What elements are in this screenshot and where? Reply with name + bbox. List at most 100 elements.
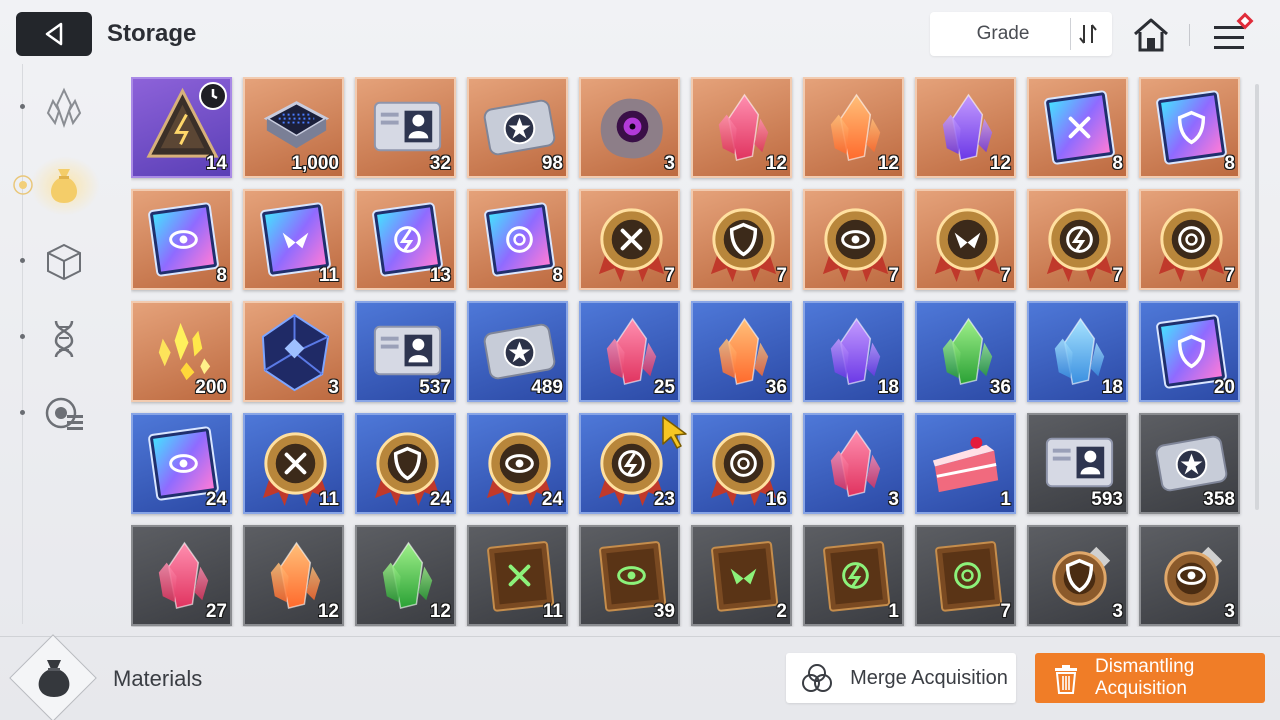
item-slot[interactable]: 7 [915, 525, 1016, 626]
item-slot[interactable]: 12 [355, 525, 456, 626]
item-count: 7 [1000, 601, 1011, 622]
item-count: 8 [1224, 153, 1235, 174]
item-slot[interactable]: 12 [691, 77, 792, 178]
home-button[interactable] [1130, 14, 1172, 56]
item-count: 593 [1091, 489, 1123, 510]
item-slot[interactable]: 2 [691, 525, 792, 626]
item-slot[interactable]: 11 [243, 189, 344, 290]
item-count: 7 [1224, 265, 1235, 286]
shield-coin-icon [1052, 546, 1111, 606]
item-count: 23 [653, 489, 675, 510]
item-slot[interactable]: 25 [579, 301, 680, 402]
item-slot[interactable]: 8 [131, 189, 232, 290]
wing-medal-icon [934, 208, 1001, 282]
menu-button[interactable] [1206, 10, 1262, 56]
item-slot[interactable]: 8 [1027, 77, 1128, 178]
item-slot[interactable]: 358 [1139, 413, 1240, 514]
item-slot[interactable]: 14 [131, 77, 232, 178]
item-slot[interactable]: 98 [467, 77, 568, 178]
item-slot[interactable]: 24 [467, 413, 568, 514]
item-slot[interactable]: 7 [1139, 189, 1240, 290]
eye-rock-icon [600, 98, 663, 159]
sort-order-button[interactable] [1070, 18, 1104, 50]
sidebar-dot [20, 104, 25, 109]
item-slot[interactable]: 1 [915, 413, 1016, 514]
item-count: 24 [205, 489, 227, 510]
chip-icon [45, 397, 83, 430]
item-slot[interactable]: 3 [1027, 525, 1128, 626]
bag-icon [38, 660, 70, 697]
sword-manual-icon [1044, 90, 1115, 165]
item-slot[interactable]: 27 [131, 525, 232, 626]
item-slot[interactable]: 7 [803, 189, 904, 290]
item-slot[interactable]: 593 [1027, 413, 1128, 514]
item-slot[interactable]: 24 [131, 413, 232, 514]
cake-slice-icon [932, 436, 999, 493]
item-slot[interactable]: 18 [1027, 301, 1128, 402]
item-slot[interactable]: 24 [355, 413, 456, 514]
item-slot[interactable]: 8 [467, 189, 568, 290]
item-slot[interactable]: 8 [1139, 77, 1240, 178]
sidebar-dot [20, 334, 25, 339]
item-slot[interactable]: 39 [579, 525, 680, 626]
sort-icon [1078, 24, 1097, 44]
item-slot[interactable]: 7 [915, 189, 1016, 290]
item-count: 8 [552, 265, 563, 286]
page-title: Storage [107, 20, 197, 47]
sidebar-item-dna[interactable] [40, 314, 88, 362]
item-count: 1 [888, 601, 899, 622]
dismantling-acquisition-button[interactable]: Dismantling Acquisition [1035, 653, 1265, 703]
item-slot[interactable]: 12 [915, 77, 1016, 178]
item-slot[interactable]: 3 [1139, 525, 1240, 626]
item-slot[interactable]: 489 [467, 301, 568, 402]
timer-icon [199, 82, 227, 110]
sidebar-item-chip[interactable] [40, 390, 88, 438]
item-count: 16 [765, 489, 787, 510]
item-slot[interactable]: 3 [243, 301, 344, 402]
item-slot[interactable]: 32 [355, 77, 456, 178]
item-slot[interactable]: 537 [355, 301, 456, 402]
item-slot[interactable]: 11 [243, 413, 344, 514]
back-arrow-icon [45, 22, 63, 46]
item-slot[interactable]: 36 [691, 301, 792, 402]
shield-medal-icon [710, 208, 777, 282]
item-slot[interactable]: 11 [467, 525, 568, 626]
bolt-medal-icon [1046, 208, 1113, 282]
item-slot[interactable]: 12 [243, 525, 344, 626]
item-slot[interactable]: 200 [131, 301, 232, 402]
item-slot[interactable]: 18 [803, 301, 904, 402]
item-slot[interactable]: 3 [579, 77, 680, 178]
sidebar-item-box[interactable] [40, 238, 88, 286]
item-slot[interactable]: 3 [803, 413, 904, 514]
item-slot[interactable]: 1,000 [243, 77, 344, 178]
grid-scrollbar[interactable] [1255, 84, 1259, 510]
item-slot[interactable]: 7 [579, 189, 680, 290]
back-button[interactable] [16, 12, 92, 56]
sidebar-dot [20, 410, 25, 415]
sidebar-item-crystal[interactable] [40, 84, 88, 132]
sidebar-track [22, 64, 23, 624]
item-grid: 14 1,000 32 98 3 12 12 12 8 8 8 11 13 8 7 7 7 7 7 7 200 3 537 4… [131, 77, 1243, 627]
item-slot[interactable]: 12 [803, 77, 904, 178]
item-count: 13 [429, 265, 451, 286]
merge-acquisition-button[interactable]: Merge Acquisition [786, 653, 1016, 703]
menu-icon [1214, 12, 1254, 49]
item-count: 8 [216, 265, 227, 286]
item-count: 489 [531, 377, 563, 398]
item-slot[interactable]: 7 [691, 189, 792, 290]
item-slot[interactable]: 16 [691, 413, 792, 514]
item-count: 36 [765, 377, 787, 398]
item-slot[interactable]: 1 [803, 525, 904, 626]
item-slot[interactable]: 7 [1027, 189, 1128, 290]
item-slot[interactable]: 20 [1139, 301, 1240, 402]
item-count: 27 [205, 601, 227, 622]
item-slot[interactable]: 36 [915, 301, 1016, 402]
sidebar-item-materials[interactable] [40, 162, 88, 210]
item-slot[interactable]: 13 [355, 189, 456, 290]
item-count: 12 [989, 153, 1011, 174]
cube-icon [47, 243, 81, 281]
eye-medal-icon [822, 208, 889, 282]
eye-manual-icon [148, 202, 219, 277]
grade-filter[interactable]: Grade [930, 12, 1112, 56]
item-count: 32 [429, 153, 451, 174]
